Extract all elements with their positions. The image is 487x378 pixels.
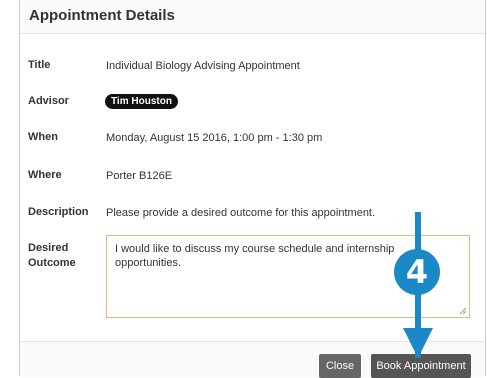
dialog-title: Appointment Details — [29, 7, 175, 24]
advisor-label: Advisor — [28, 95, 69, 107]
step-number-badge: 4 — [394, 249, 440, 295]
dialog-header: Appointment Details — [20, 0, 485, 34]
desired-outcome-label-line2: Outcome — [28, 257, 76, 269]
title-label: Title — [28, 59, 51, 71]
when-label: When — [28, 131, 58, 143]
description-value: Please provide a desired outcome for thi… — [106, 207, 376, 219]
close-button[interactable]: Close — [319, 354, 361, 378]
title-value: Individual Biology Advising Appointment — [106, 60, 300, 72]
where-label: Where — [28, 169, 62, 181]
desired-outcome-text: I would like to discuss my course schedu… — [115, 243, 395, 269]
resize-grip-icon[interactable] — [459, 307, 467, 315]
where-value: Porter B126E — [106, 170, 173, 182]
description-label: Description — [28, 206, 89, 218]
desired-outcome-label-line1: Desired — [28, 242, 69, 254]
advisor-badge[interactable]: Tim Houston — [105, 94, 178, 109]
desired-outcome-label: Desired Outcome — [28, 241, 76, 271]
when-value: Monday, August 15 2016, 1:00 pm - 1:30 p… — [106, 132, 323, 144]
arrow-head — [403, 328, 433, 358]
